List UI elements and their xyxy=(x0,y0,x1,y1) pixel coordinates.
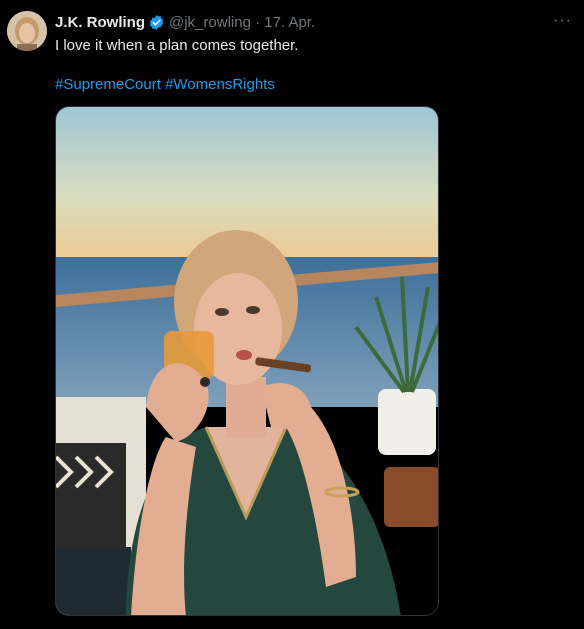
hashtag-link[interactable]: #SupremeCourt xyxy=(55,76,161,93)
hashtag-link[interactable]: #WomensRights xyxy=(165,76,275,93)
tweet-hashtags: #SupremeCourt #WomensRights xyxy=(55,75,275,95)
verified-badge-icon xyxy=(148,14,165,31)
author-handle-date[interactable]: @jk_rowling · 17. Apr. xyxy=(169,14,315,31)
author-name[interactable]: J.K. Rowling xyxy=(55,14,145,31)
tweet-header: J.K. Rowling @jk_rowling · 17. Apr. xyxy=(55,12,315,32)
tweet-text: I love it when a plan comes together. xyxy=(55,37,299,54)
author-avatar[interactable] xyxy=(7,11,47,51)
tweet-photo[interactable] xyxy=(55,106,439,616)
more-dots-icon[interactable]: ··· xyxy=(553,12,572,30)
